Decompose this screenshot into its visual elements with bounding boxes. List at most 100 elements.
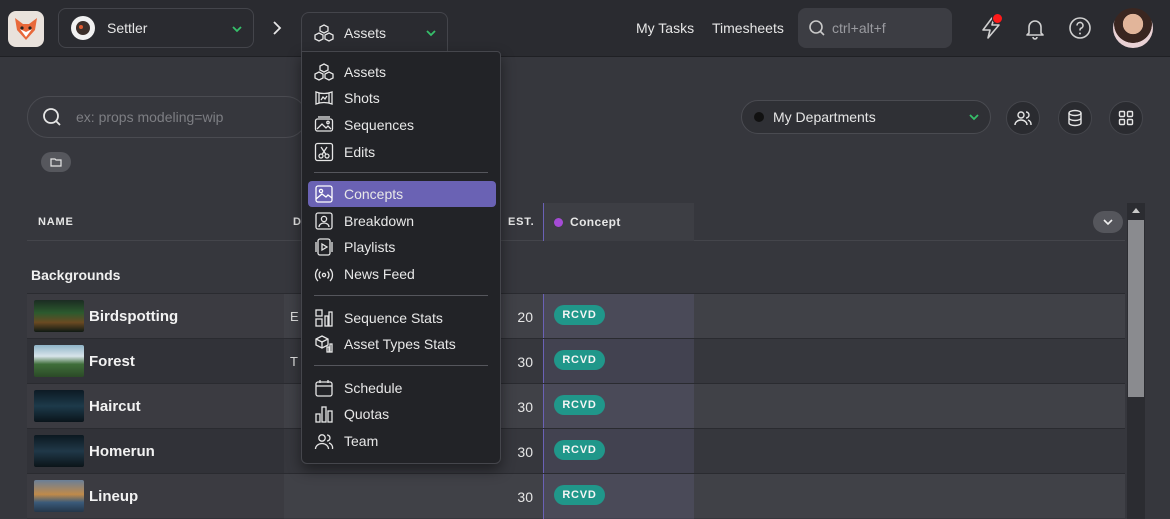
asset-thumbnail[interactable] [34,345,84,377]
section-select[interactable]: Assets [301,12,448,52]
cubes-icon [314,63,334,81]
concept-column-label: Concept [570,215,621,229]
status-badge: RCVD [554,305,605,325]
menu-item-label: Sequence Stats [344,310,443,326]
menu-item-sequences[interactable]: Sequences [308,112,496,138]
menu-item-breakdown[interactable]: Breakdown [308,208,496,234]
menu-item-label: Concepts [344,186,404,202]
menu-item-playlists[interactable]: Playlists [308,234,496,260]
production-select[interactable]: Settler [58,8,254,48]
menu-item-quotas[interactable]: Quotas [308,401,496,427]
chevron-right-icon [273,21,282,35]
play-icon [315,238,333,256]
people-icon [1014,111,1032,126]
search-icon [43,108,61,126]
estimation-cell[interactable]: 30 [497,384,533,429]
menu-item-shots[interactable]: Shots [308,85,496,111]
my-tasks-link[interactable]: My Tasks [636,20,694,36]
fox-logo-icon [15,18,37,40]
table-row[interactable]: Haircut 30 RCVD [27,383,1125,429]
concept-status-cell[interactable]: RCVD [543,339,694,384]
global-search[interactable] [798,8,952,48]
people-filter-button[interactable] [1006,101,1040,135]
asset-search-input[interactable] [76,109,276,125]
global-search-input[interactable] [832,20,942,36]
status-badge: RCVD [554,350,605,370]
table-header: NAME D EST. Concept [27,203,1125,241]
menu-item-asset-types-stats[interactable]: Asset Types Stats [308,331,496,357]
timesheets-link[interactable]: Timesheets [712,20,784,36]
grid-view-button[interactable] [1109,101,1143,135]
asset-search-box[interactable] [27,96,307,138]
table-row[interactable]: Homerun 30 RCVD [27,428,1125,474]
concept-status-cell[interactable]: RCVD [543,294,694,339]
asset-thumbnail[interactable] [34,300,84,332]
menu-item-edits[interactable]: Edits [308,139,496,165]
table-row[interactable]: Forest T 30 RCVD [27,338,1125,384]
description-cell[interactable]: T [290,339,298,384]
estimation-column-header[interactable]: EST. [508,203,534,241]
saved-search-chip[interactable] [41,152,71,172]
estimation-cell[interactable]: 30 [497,429,533,474]
menu-item-concepts[interactable]: Concepts [308,181,496,207]
menu-item-label: Sequences [344,117,415,133]
help-icon[interactable] [1068,16,1092,40]
chevron-down-icon [1103,219,1113,226]
description-cell[interactable]: E [290,294,299,339]
asset-name[interactable]: Lineup [89,474,138,519]
menu-item-sequence-stats[interactable]: Sequence Stats [308,305,496,331]
asset-name[interactable]: Haircut [89,384,141,429]
bell-icon[interactable] [1023,16,1047,40]
scroll-up-arrow-icon[interactable] [1132,208,1140,213]
folder-icon [50,158,62,167]
breakdown-icon [315,212,333,230]
asset-thumbnail[interactable] [34,480,84,512]
menu-item-team[interactable]: Team [308,428,496,454]
scrollbar-thumb[interactable] [1128,220,1144,397]
menu-item-label: News Feed [344,266,415,282]
department-select[interactable]: My Departments [741,100,991,134]
estimation-cell[interactable]: 20 [497,294,533,339]
menu-separator [314,172,488,173]
concept-status-cell[interactable]: RCVD [543,474,694,519]
menu-item-assets[interactable]: Assets [308,59,496,85]
kitsu-logo[interactable] [8,11,44,47]
name-column-header[interactable]: NAME [38,203,74,241]
table-row[interactable]: Birdspotting E 20 RCVD [27,293,1125,339]
status-badge: RCVD [554,395,605,415]
asset-thumbnail[interactable] [34,390,84,422]
asset-name[interactable]: Forest [89,339,135,384]
menu-item-schedule[interactable]: Schedule [308,375,496,401]
broadcast-icon [314,268,334,282]
database-button[interactable] [1058,101,1092,135]
section-dropdown-menu: Assets Shots Sequences Edits Concepts Br… [301,51,501,464]
estimation-cell[interactable]: 30 [497,474,533,519]
menu-item-label: Quotas [344,406,390,422]
table-scrollbar[interactable] [1127,203,1145,519]
scissors-icon [314,142,334,162]
asset-name[interactable]: Homerun [89,429,155,474]
concept-color-dot [554,217,563,227]
asset-name[interactable]: Birdspotting [89,294,178,339]
column-options-button[interactable] [1093,211,1123,233]
concept-column-header[interactable]: Concept [543,203,694,241]
department-label: My Departments [773,109,876,125]
asset-type-group-title: Backgrounds [31,267,121,283]
estimation-cell[interactable]: 30 [497,339,533,384]
image-icon [315,185,333,203]
table-row[interactable]: Lineup 30 RCVD [27,473,1125,519]
menu-item-news-feed[interactable]: News Feed [308,261,496,287]
chevron-down-icon [969,114,979,121]
status-badge: RCVD [554,440,605,460]
asset-thumbnail[interactable] [34,435,84,467]
department-dot [754,112,764,122]
bar-chart-icon [315,406,333,423]
team-icon [314,434,334,450]
production-avatar [71,16,95,40]
concept-status-cell[interactable]: RCVD [543,429,694,474]
sequence-icon [314,116,334,132]
user-avatar[interactable] [1113,8,1153,48]
concept-status-cell[interactable]: RCVD [543,384,694,429]
chevron-down-icon [426,30,436,37]
film-icon [315,91,333,105]
